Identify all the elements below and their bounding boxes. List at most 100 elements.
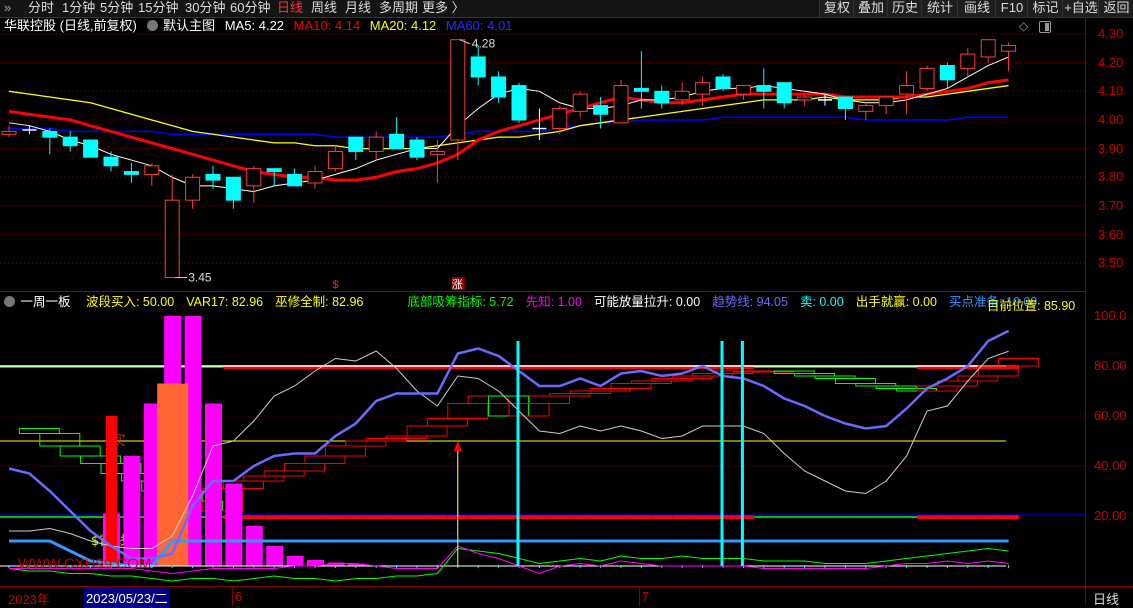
candle (613, 79, 629, 124)
toolbar-button-2[interactable]: 历史 (887, 0, 922, 17)
step-box (18, 428, 60, 434)
candle-body (572, 93, 588, 112)
candle-body (62, 136, 78, 147)
indicator-header: 一周一板 波段买入: 50.00 VAR17: 82.96 巫修全制: 82.96 底… (0, 295, 1049, 310)
candle-body (185, 176, 201, 201)
toolbar-button-3[interactable]: 统计 (921, 0, 958, 17)
candle-body (613, 85, 629, 124)
step-box (998, 358, 1040, 367)
candle (287, 168, 303, 187)
candle (776, 82, 792, 109)
month-6-label: 6 (235, 589, 243, 604)
period-tab-6[interactable]: 日线 (277, 0, 303, 17)
collapse-icon[interactable]: » (4, 0, 11, 17)
indicator-name[interactable]: 一周一板 (20, 295, 70, 309)
period-tab-8[interactable]: 月线 (345, 0, 371, 17)
candle-body (633, 87, 649, 92)
candle (572, 91, 588, 118)
candle (83, 139, 99, 158)
price-axis-label: 4.00 (1098, 111, 1124, 127)
toolbar-button-6[interactable]: 标记 (1027, 0, 1063, 17)
step-box (834, 378, 876, 384)
panel-divider[interactable] (0, 291, 1085, 292)
period-tab-3[interactable]: 15分钟 (138, 0, 178, 17)
candle-body (429, 150, 445, 155)
toolbar-button-1[interactable]: 叠加 (853, 0, 888, 17)
candle (654, 85, 670, 109)
indicator-axis-label: 20.00 (1094, 508, 1127, 523)
candle-body (756, 85, 772, 92)
step-box (426, 418, 468, 427)
period-tab-1[interactable]: 1分钟 (62, 0, 95, 17)
candle-body (735, 85, 751, 95)
toolbar-button-0[interactable]: 复权 (819, 0, 854, 17)
candle-body (919, 67, 935, 89)
candle (348, 136, 364, 161)
period-tab-7[interactable]: 周线 (311, 0, 337, 17)
candle (327, 145, 343, 172)
candle-body (980, 39, 996, 58)
candle (797, 94, 813, 106)
candle (1, 125, 17, 138)
candle-body (348, 136, 364, 152)
magenta-bar (123, 456, 141, 566)
toolbar-button-5[interactable]: F10 (995, 0, 1028, 17)
candle-body (307, 171, 323, 184)
indicator-value-0: 波段买入: 50.00 (85, 295, 175, 309)
price-axis-label: 4.10 (1098, 83, 1124, 99)
ma10-line (8, 78, 1009, 182)
step-box (243, 475, 285, 482)
indicator-chart[interactable]: 买$首 钱WWW.CXH99.COM (0, 310, 1133, 586)
price-axis-label: 3.90 (1098, 140, 1124, 156)
price-axis-label: 3.60 (1098, 226, 1124, 242)
candle-body (1, 130, 17, 135)
toolbar-button-4[interactable]: 画线 (957, 0, 996, 17)
indicator-value-4: 先知: 1.00 (525, 295, 582, 309)
dollar-marker: $ (332, 279, 338, 291)
candle (164, 174, 180, 279)
period-tab-10[interactable]: 更多 〉 (422, 0, 465, 17)
candle-body (715, 76, 731, 89)
indicator-dropdown-icon[interactable] (4, 296, 15, 307)
candle (756, 68, 772, 109)
period-tab-0[interactable]: 分时 (28, 0, 54, 17)
month-7-label: 7 (642, 589, 650, 604)
step-box (957, 375, 999, 382)
candle-body (960, 53, 976, 69)
candle-body (327, 150, 343, 170)
candle-body (144, 165, 160, 175)
ma20-line (8, 84, 1009, 150)
candle-body (674, 90, 690, 101)
magenta-bar (225, 483, 243, 566)
candle-body (593, 105, 609, 115)
candle-body (939, 65, 955, 81)
period-label[interactable]: 日线 (1093, 589, 1119, 608)
indicator-value-5: 可能放量拉升: 0.00 (593, 295, 701, 309)
candle-body (389, 133, 405, 150)
candle (939, 62, 955, 89)
indicator-value-3: 底部吸筹指标: 5.72 (407, 295, 514, 309)
step-box (304, 455, 346, 464)
watermark: WWW.CXH99.COM (18, 556, 151, 573)
candle-body (837, 96, 853, 109)
candle (878, 96, 894, 115)
candle-body (878, 96, 894, 107)
price-axis-label: 3.80 (1098, 169, 1124, 185)
buy-arrow-icon (453, 441, 462, 451)
period-tab-9[interactable]: 多周期 (379, 0, 418, 17)
candle-body (491, 76, 507, 98)
period-tab-5[interactable]: 60分钟 (230, 0, 270, 17)
indicator-value-2: 巫修全制: 82.96 (275, 295, 364, 309)
candlestick-chart[interactable]: 4.28 3.45 $ 涨 (0, 17, 1133, 291)
indicator-axis-label: 60.00 (1094, 408, 1127, 423)
step-box (406, 425, 448, 437)
toolbar-button-8[interactable]: 返回 (1098, 0, 1133, 17)
period-tab-2[interactable]: 5分钟 (100, 0, 133, 17)
magenta-bar (245, 526, 263, 566)
candle (205, 165, 221, 189)
candle-body (205, 173, 221, 181)
candle (307, 165, 323, 189)
period-tab-4[interactable]: 30分钟 (185, 0, 225, 17)
year-label: 2023年 (8, 592, 50, 607)
toolbar-button-7[interactable]: +自选 (1062, 0, 1099, 17)
